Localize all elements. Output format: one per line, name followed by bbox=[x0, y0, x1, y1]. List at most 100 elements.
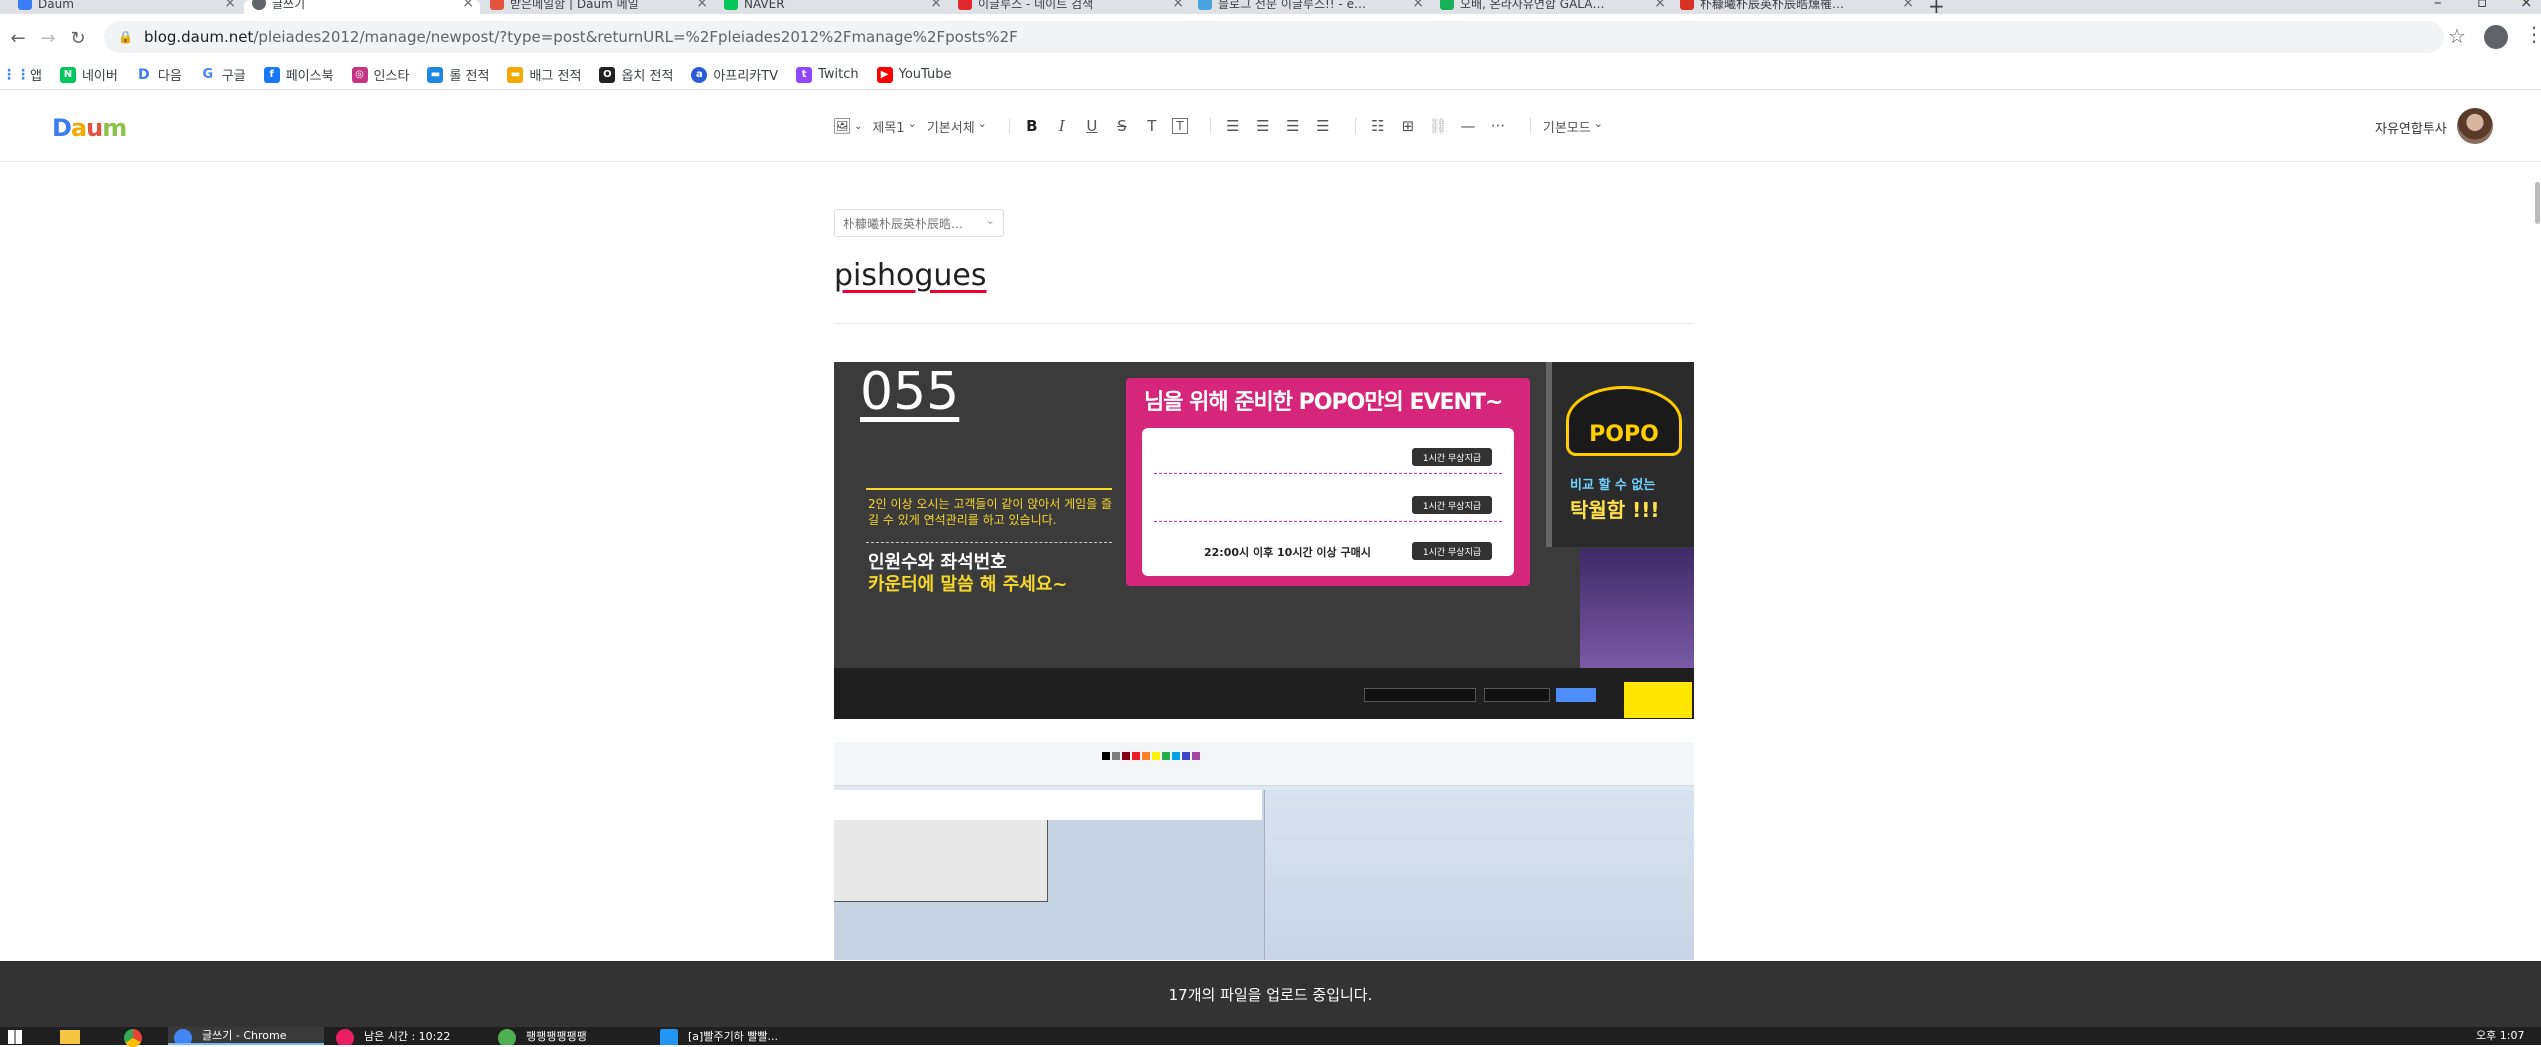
text-color-icon[interactable]: T bbox=[1142, 112, 1162, 140]
tab-nate-search[interactable]: 이글루스 - 네이트 검색 × bbox=[950, 0, 1190, 14]
close-icon[interactable]: × bbox=[696, 0, 708, 11]
bookmark-daum[interactable]: D 다음 bbox=[136, 65, 182, 85]
image-dropdown-icon[interactable]: ⌄ bbox=[854, 112, 862, 140]
tab-daum[interactable]: Daum × bbox=[10, 0, 242, 14]
uploaded-image-paint[interactable] bbox=[834, 742, 1694, 960]
post-title-input[interactable]: pishogues bbox=[834, 258, 987, 293]
windows-start-icon[interactable] bbox=[8, 1030, 22, 1044]
tab-strip: Daum × 글쓰기 × 받은메일함 | Daum 메일 × NAVER × 이… bbox=[0, 0, 2541, 18]
bookmark-afreecatv[interactable]: a 아프리카TV bbox=[691, 65, 778, 84]
tab-naver[interactable]: NAVER × bbox=[716, 0, 948, 14]
taskbar-app-chrome[interactable]: 글쓰기 - Chrome bbox=[168, 1027, 324, 1045]
image-divider bbox=[866, 488, 1112, 490]
profile-icon[interactable] bbox=[2484, 25, 2508, 49]
table-icon[interactable]: ⊞ bbox=[1398, 112, 1418, 140]
bookmark-instagram[interactable]: ◎ 인스타 bbox=[351, 65, 409, 84]
file-explorer-icon[interactable] bbox=[60, 1030, 80, 1044]
chat-icon bbox=[1440, 0, 1454, 10]
scrollbar-thumb[interactable] bbox=[2535, 182, 2540, 224]
font-select[interactable]: 기본서체 bbox=[927, 112, 987, 140]
event-row: 22:00시 이후 10시간 이상 구매시 1시간 무상지급 bbox=[1154, 536, 1502, 568]
editor-toolbar: 🖼 ⌄ 제목1 기본서체 B I U S T T ☰ ☰ ☰ ☰ ☷ ⊞ ⛓ —… bbox=[832, 112, 1613, 140]
close-window-icon[interactable]: × bbox=[2520, 0, 2533, 11]
lol-icon: ▬ bbox=[427, 66, 444, 83]
daum-logo[interactable]: Daum bbox=[52, 114, 127, 142]
bookmark-overwatch[interactable]: O 옵치 전적 bbox=[599, 65, 673, 84]
more-icon[interactable]: ··· bbox=[1488, 112, 1508, 140]
popo-logo: POPO bbox=[1566, 386, 1682, 456]
bookmark-apps[interactable]: ⋮⋮ 앱 bbox=[2, 65, 42, 85]
toolbar-divider bbox=[1008, 118, 1010, 134]
notice-box bbox=[1624, 682, 1692, 718]
avatar[interactable] bbox=[2457, 108, 2493, 144]
taskbar-app-4[interactable]: [a]빨주기하 빨빨... bbox=[654, 1027, 810, 1045]
bookmark-pubg[interactable]: ▬ 배그 전적 bbox=[507, 65, 581, 84]
forward-arrow-icon[interactable]: → bbox=[34, 24, 62, 52]
seat-number: 055 bbox=[860, 362, 960, 422]
bookmark-google[interactable]: G 구글 bbox=[200, 65, 245, 84]
event-badge: 1시간 무상지급 bbox=[1412, 448, 1492, 466]
align-center-icon[interactable]: ☰ bbox=[1253, 112, 1273, 140]
bookmark-youtube[interactable]: ▶ YouTube bbox=[876, 66, 952, 83]
twitch-icon: t bbox=[796, 66, 813, 83]
uploaded-image-popo-event[interactable]: 055 2인 이상 오시는 고객들이 같이 앉아서 게임을 즐길 수 있게 연석… bbox=[834, 362, 1694, 719]
apps-grid-icon: ⋮⋮ bbox=[2, 66, 30, 83]
close-icon[interactable]: × bbox=[462, 0, 474, 11]
close-icon[interactable]: × bbox=[1172, 0, 1184, 11]
reload-icon[interactable]: ↻ bbox=[64, 24, 92, 52]
chrome-menu-icon[interactable]: ⋮ bbox=[2524, 22, 2541, 46]
tab-mail[interactable]: 받은메일함 | Daum 메일 × bbox=[482, 0, 714, 14]
color-swatch bbox=[1172, 752, 1180, 760]
event-card: 님을 위해 준비한 POPO만의 EVENT~ 1시간 무상지급 1시간 무상지… bbox=[1126, 378, 1530, 586]
naver-icon: N bbox=[59, 66, 76, 83]
navigation-bar: ← → ↻ 🔒 blog.daum.net/pleiades2012/manag… bbox=[0, 14, 2541, 64]
close-icon[interactable]: × bbox=[1412, 0, 1424, 11]
chrome-icon[interactable] bbox=[124, 1029, 142, 1047]
taskbar-app-3[interactable]: 팽팽팽팽팽팽 bbox=[492, 1027, 648, 1045]
login-input bbox=[1364, 688, 1476, 702]
heading-select[interactable]: 제목1 bbox=[872, 112, 916, 140]
bookmark-facebook[interactable]: f 페이스북 bbox=[263, 65, 334, 84]
back-arrow-icon[interactable]: ← bbox=[4, 24, 32, 52]
list-icon[interactable]: ☷ bbox=[1368, 112, 1388, 140]
bookmark-naver[interactable]: N 네이버 bbox=[59, 65, 118, 84]
category-select[interactable]: 朴糠曦朴辰英朴辰晧… ⌄ bbox=[834, 209, 1004, 237]
image-icon[interactable]: 🖼 bbox=[832, 112, 852, 140]
bold-icon[interactable]: B bbox=[1022, 112, 1042, 140]
system-clock[interactable]: 오후 1:07 bbox=[2476, 1027, 2524, 1043]
tab-egloos[interactable]: 블로그 전문 이글루스!! - egloos × bbox=[1190, 0, 1430, 14]
tab-gmail[interactable]: 朴糠曦朴辰英朴辰晧燻罹瑰pishogues × bbox=[1672, 0, 1920, 14]
italic-icon[interactable]: I bbox=[1052, 112, 1072, 140]
horizontal-rule-icon[interactable]: — bbox=[1458, 112, 1478, 140]
promo-line-1: 비교 할 수 없는 bbox=[1570, 478, 1656, 493]
align-justify-icon[interactable]: ☰ bbox=[1313, 112, 1333, 140]
maximize-icon[interactable]: ▫ bbox=[2477, 0, 2487, 11]
naver-icon bbox=[724, 0, 738, 10]
underline-icon[interactable]: U bbox=[1082, 112, 1102, 140]
bookmark-star-icon[interactable]: ☆ bbox=[2448, 24, 2466, 48]
bookmark-twitch[interactable]: t Twitch bbox=[796, 66, 859, 83]
close-icon[interactable]: × bbox=[930, 0, 942, 11]
color-swatch bbox=[1152, 752, 1160, 760]
paint-icon bbox=[660, 1029, 678, 1045]
bookmark-lol[interactable]: ▬ 롤 전적 bbox=[427, 65, 489, 84]
close-icon[interactable]: × bbox=[1654, 0, 1666, 11]
align-right-icon[interactable]: ☰ bbox=[1283, 112, 1303, 140]
taskbar-app-timer[interactable]: 남은 시간 : 10:22 bbox=[330, 1027, 486, 1045]
user-name[interactable]: 자유연합투사 bbox=[2375, 118, 2447, 137]
editor-mode-select[interactable]: 기본모드 bbox=[1543, 112, 1603, 140]
close-icon[interactable]: × bbox=[1902, 0, 1914, 11]
paint-canvas-selection bbox=[834, 820, 1048, 902]
strikethrough-icon[interactable]: S bbox=[1112, 112, 1132, 140]
align-left-icon[interactable]: ☰ bbox=[1223, 112, 1243, 140]
tab-write[interactable]: 글쓰기 × bbox=[244, 0, 480, 14]
color-swatch bbox=[1162, 752, 1170, 760]
minimize-icon[interactable]: – bbox=[2434, 0, 2442, 11]
close-icon[interactable]: × bbox=[224, 0, 236, 11]
event-row: 1시간 무상지급 bbox=[1154, 442, 1502, 474]
event-badge: 1시간 무상지급 bbox=[1412, 496, 1492, 514]
tab-galaxy-live[interactable]: 오배, 온라사유연합 GALAXY LIVE × bbox=[1432, 0, 1672, 14]
text-background-icon[interactable]: T bbox=[1171, 118, 1188, 134]
address-bar[interactable]: 🔒 blog.daum.net/pleiades2012/manage/newp… bbox=[104, 21, 2444, 53]
link-icon[interactable]: ⛓ bbox=[1428, 112, 1448, 140]
